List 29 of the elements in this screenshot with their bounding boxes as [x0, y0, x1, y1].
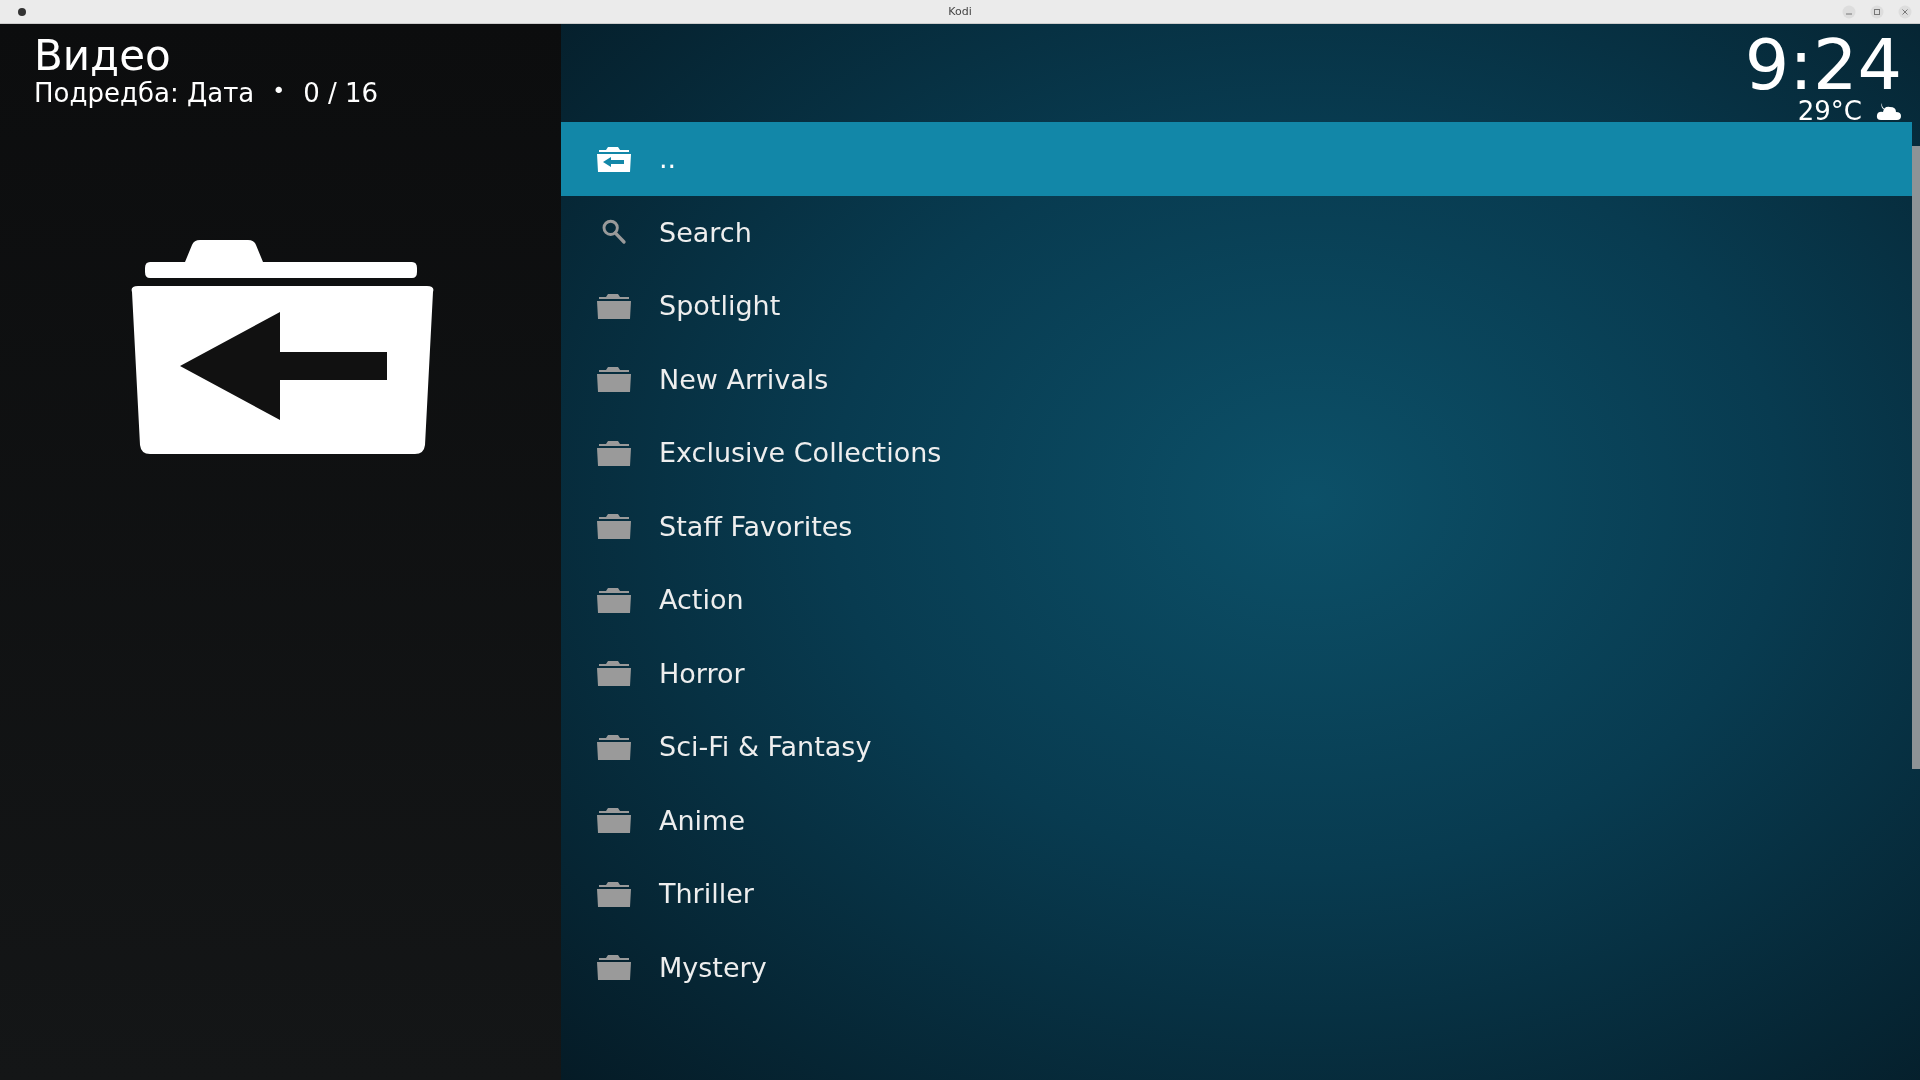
list-item[interactable]: Exclusive Collections [561, 416, 1912, 490]
list-item[interactable]: Thriller [561, 857, 1912, 931]
list-item[interactable]: Mystery [561, 930, 1912, 1004]
list-item[interactable]: .. [561, 122, 1912, 196]
window-title: Kodi [948, 5, 972, 18]
folder-icon [596, 805, 632, 836]
list-item[interactable]: Staff Favorites [561, 489, 1912, 563]
folder-icon [596, 364, 632, 395]
list-item[interactable]: New Arrivals [561, 342, 1912, 416]
page-title: Видео [34, 34, 171, 79]
list-item[interactable]: Search [561, 195, 1912, 269]
clock: 9:24 [1744, 30, 1902, 100]
folder-icon [596, 511, 632, 542]
list-item[interactable]: Horror [561, 636, 1912, 710]
scrollbar[interactable] [1912, 146, 1920, 769]
item-count: 0 / 16 [303, 78, 379, 109]
list-item[interactable]: Action [561, 563, 1912, 637]
maximize-icon[interactable] [1870, 4, 1884, 19]
temperature: 29°C [1797, 100, 1862, 122]
folder-icon [596, 658, 632, 689]
list-item[interactable]: Sci-Fi & Fantasy [561, 710, 1912, 784]
window-menu-icon[interactable] [18, 7, 26, 16]
folder-icon [596, 952, 632, 983]
close-icon[interactable] [1898, 4, 1912, 19]
sort-label: Подредба: Дата [34, 78, 255, 109]
separator: • [272, 78, 286, 106]
list-item[interactable]: Spotlight [561, 269, 1912, 343]
minimize-icon[interactable] [1842, 4, 1856, 19]
list-item[interactable]: Anime [561, 783, 1912, 857]
